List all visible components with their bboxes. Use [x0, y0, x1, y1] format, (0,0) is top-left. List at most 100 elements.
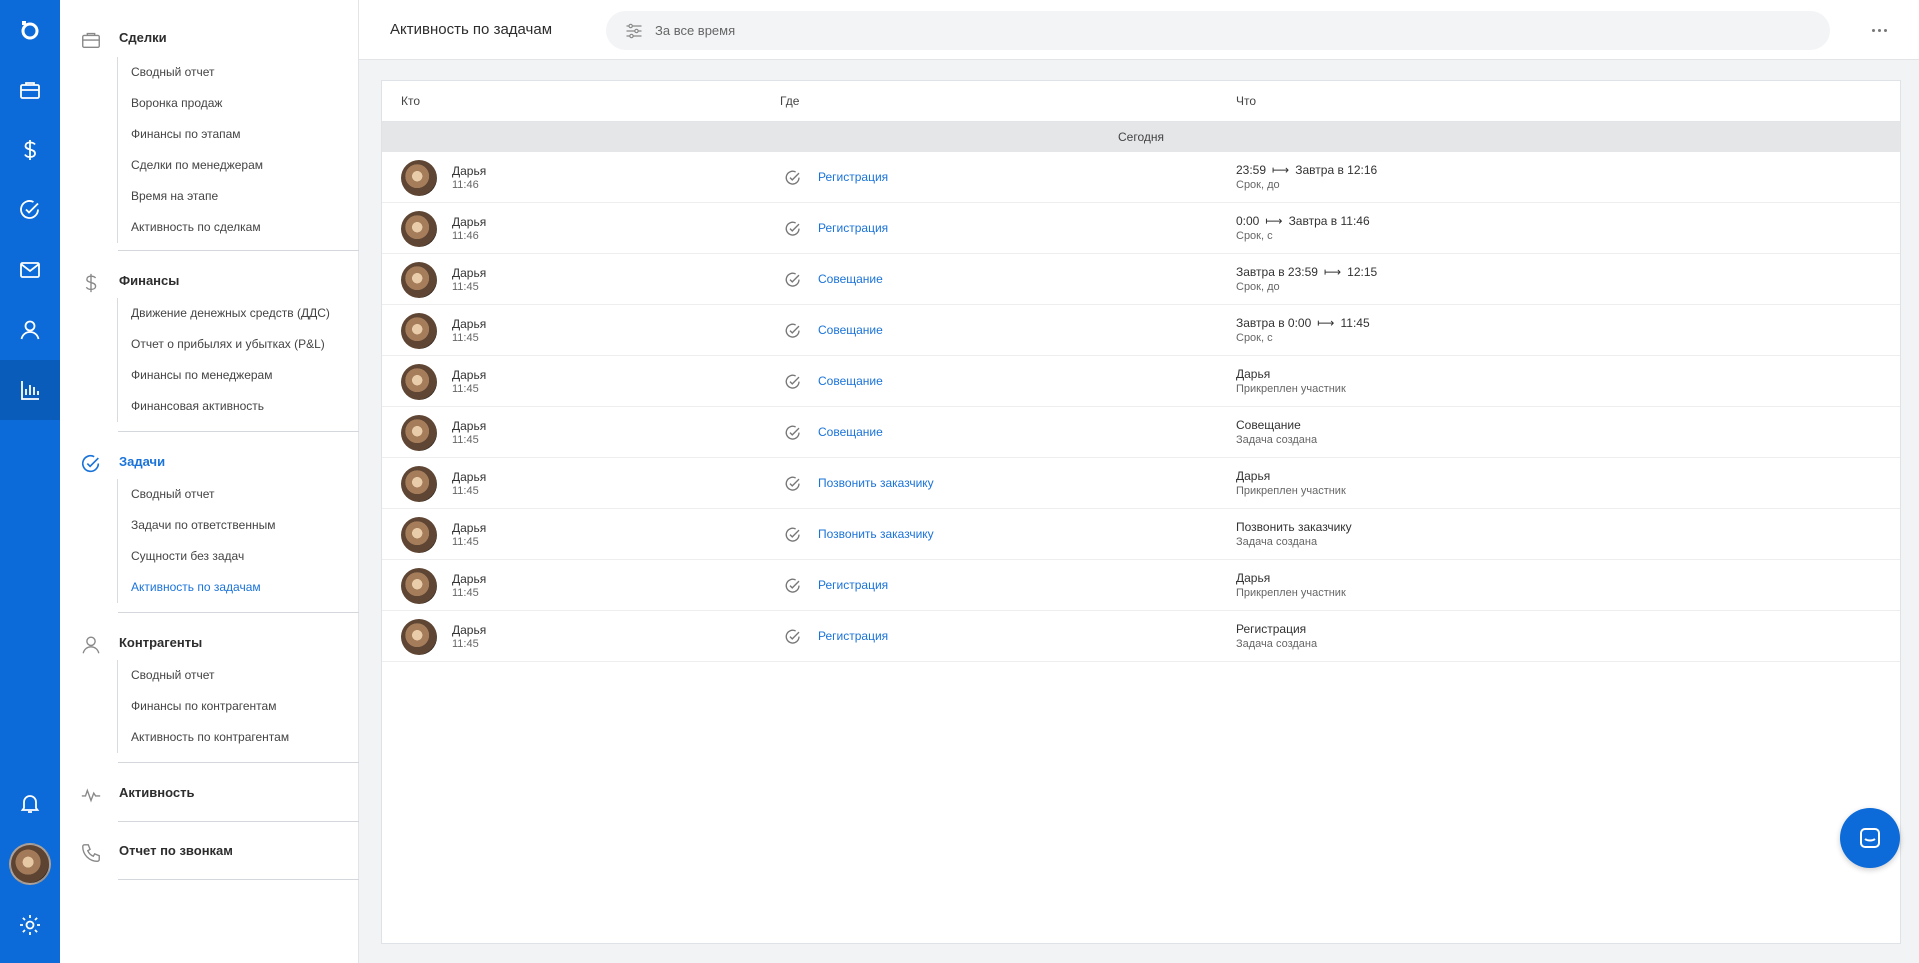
change-value: Дарья — [1236, 469, 1270, 483]
user-name[interactable]: Дарья — [452, 317, 486, 331]
avatar[interactable] — [401, 568, 437, 604]
user-name[interactable]: Дарья — [452, 164, 486, 178]
group-finance-header[interactable]: Финансы — [60, 262, 359, 300]
avatar[interactable] — [401, 313, 437, 349]
group-title: Сделки — [119, 30, 167, 45]
more-menu-icon[interactable] — [1867, 20, 1891, 40]
table-row: Дарья 11:45 Позвонить заказчику Позвонить з… — [382, 509, 1900, 560]
change-type: Срок, с — [1236, 230, 1273, 242]
pulse-icon — [80, 784, 102, 806]
user-name[interactable]: Дарья — [452, 266, 486, 280]
task-link[interactable]: Совещание — [818, 407, 883, 457]
change-value: Завтра в 0:00 ⟼ 11:45 — [1236, 316, 1370, 330]
task-link[interactable]: Регистрация — [818, 560, 888, 610]
sidebar-item-entities-no-tasks[interactable]: Сущности без задач — [118, 541, 275, 572]
check-circle-icon — [784, 220, 802, 238]
avatar[interactable] — [401, 262, 437, 298]
group-calls-header[interactable]: Отчет по звонкам — [60, 832, 359, 870]
sidebar-item-tasks-summary[interactable]: Сводный отчет — [118, 479, 275, 510]
sub-list: Сводный отчет Задачи по ответственным Су… — [117, 479, 275, 603]
logo-icon[interactable] — [0, 0, 60, 60]
change-type: Прикреплен участник — [1236, 383, 1346, 395]
user-name[interactable]: Дарья — [452, 368, 486, 382]
mail-icon[interactable] — [0, 240, 60, 300]
avatar[interactable] — [9, 843, 51, 885]
gear-icon[interactable] — [0, 895, 60, 955]
sidebar-item-finance-stages[interactable]: Финансы по этапам — [118, 119, 263, 150]
task-link[interactable]: Регистрация — [818, 152, 888, 202]
chat-support-button[interactable] — [1840, 808, 1900, 868]
table-row: Дарья 11:45 Совещание Завтра в 23:59 ⟼ 12:15 С… — [382, 254, 1900, 305]
task-link[interactable]: Совещание — [818, 254, 883, 304]
sidebar-item-cashflow[interactable]: Движение денежных средств (ДДС) — [118, 298, 330, 329]
sidebar-item-finance-managers[interactable]: Финансы по менеджерам — [118, 360, 330, 391]
user-icon[interactable] — [0, 300, 60, 360]
event-time: 11:45 — [452, 536, 479, 548]
sidebar-item-funnel[interactable]: Воронка продаж — [118, 88, 263, 119]
check-circle-icon — [784, 475, 802, 493]
reports-sidebar: Сделки Сводный отчет Воронка продаж Фина… — [60, 0, 359, 963]
task-link[interactable]: Регистрация — [818, 611, 888, 661]
user-name[interactable]: Дарья — [452, 572, 486, 586]
check-circle-icon — [80, 453, 102, 475]
group-title: Финансы — [119, 273, 180, 288]
bell-icon[interactable] — [0, 773, 60, 833]
change-type: Прикреплен участник — [1236, 485, 1346, 497]
event-time: 11:45 — [452, 332, 479, 344]
change-from: Совещание — [1236, 418, 1301, 432]
user-name[interactable]: Дарья — [452, 623, 486, 637]
avatar[interactable] — [401, 466, 437, 502]
change-from: Дарья — [1236, 469, 1271, 483]
sidebar-item-deal-activity[interactable]: Активность по сделкам — [118, 212, 263, 243]
change-type: Срок, до — [1236, 281, 1280, 293]
task-link[interactable]: Позвонить заказчику — [818, 458, 934, 508]
change-from: 23:59 — [1236, 163, 1267, 177]
table-row: Дарья 11:45 Совещание Дарья Прикреплен участ… — [382, 356, 1900, 407]
task-link[interactable]: Совещание — [818, 305, 883, 355]
sidebar-item-stage-time[interactable]: Время на этапе — [118, 181, 263, 212]
chat-icon — [1860, 828, 1880, 848]
task-link[interactable]: Совещание — [818, 356, 883, 406]
sidebar-item-deals-managers[interactable]: Сделки по менеджерам — [118, 150, 263, 181]
avatar[interactable] — [401, 364, 437, 400]
group-deals: Сделки Сводный отчет Воронка продаж Фина… — [60, 19, 359, 243]
group-tasks-header[interactable]: Задачи — [60, 443, 359, 481]
sidebar-item-summary[interactable]: Сводный отчет — [118, 57, 263, 88]
check-circle-icon[interactable] — [0, 180, 60, 240]
avatar[interactable] — [401, 160, 437, 196]
user-name[interactable]: Дарья — [452, 419, 486, 433]
user-name[interactable]: Дарья — [452, 215, 486, 229]
avatar[interactable] — [401, 517, 437, 553]
briefcase-icon[interactable] — [0, 60, 60, 120]
avatar[interactable] — [401, 415, 437, 451]
sidebar-item-contractors-finance[interactable]: Финансы по контрагентам — [118, 691, 289, 722]
group-title: Отчет по звонкам — [119, 843, 233, 858]
table-row: Дарья 11:45 Совещание Завтра в 0:00 ⟼ 11:45 Ср… — [382, 305, 1900, 356]
user-name[interactable]: Дарья — [452, 470, 486, 484]
event-time: 11:46 — [452, 179, 479, 191]
sidebar-item-tasks-responsible[interactable]: Задачи по ответственным — [118, 510, 275, 541]
task-link[interactable]: Регистрация — [818, 203, 888, 253]
event-time: 11:45 — [452, 434, 479, 446]
dollar-icon[interactable] — [0, 120, 60, 180]
sidebar-item-task-activity[interactable]: Активность по задачам — [118, 572, 275, 603]
dollar-icon — [80, 272, 102, 294]
briefcase-icon — [80, 29, 102, 51]
avatar[interactable] — [401, 211, 437, 247]
group-contractors-header[interactable]: Контрагенты — [60, 624, 359, 662]
event-time: 11:45 — [452, 587, 479, 599]
period-filter[interactable]: За все время — [606, 11, 1830, 50]
check-circle-icon — [784, 424, 802, 442]
change-from: Позвонить заказчику — [1236, 520, 1352, 534]
sidebar-item-finance-activity[interactable]: Финансовая активность — [118, 391, 330, 422]
user-name[interactable]: Дарья — [452, 521, 486, 535]
avatar[interactable] — [401, 619, 437, 655]
sidebar-item-contractors-summary[interactable]: Сводный отчет — [118, 660, 289, 691]
task-link[interactable]: Позвонить заказчику — [818, 509, 934, 559]
bar-chart-icon[interactable] — [0, 360, 60, 420]
group-deals-header[interactable]: Сделки — [60, 19, 359, 57]
change-to: 12:15 — [1347, 265, 1378, 279]
group-activity-header[interactable]: Активность — [60, 774, 359, 812]
sidebar-item-contractors-activity[interactable]: Активность по контрагентам — [118, 722, 289, 753]
sidebar-item-pnl[interactable]: Отчет о прибылях и убытках (P&L) — [118, 329, 330, 360]
